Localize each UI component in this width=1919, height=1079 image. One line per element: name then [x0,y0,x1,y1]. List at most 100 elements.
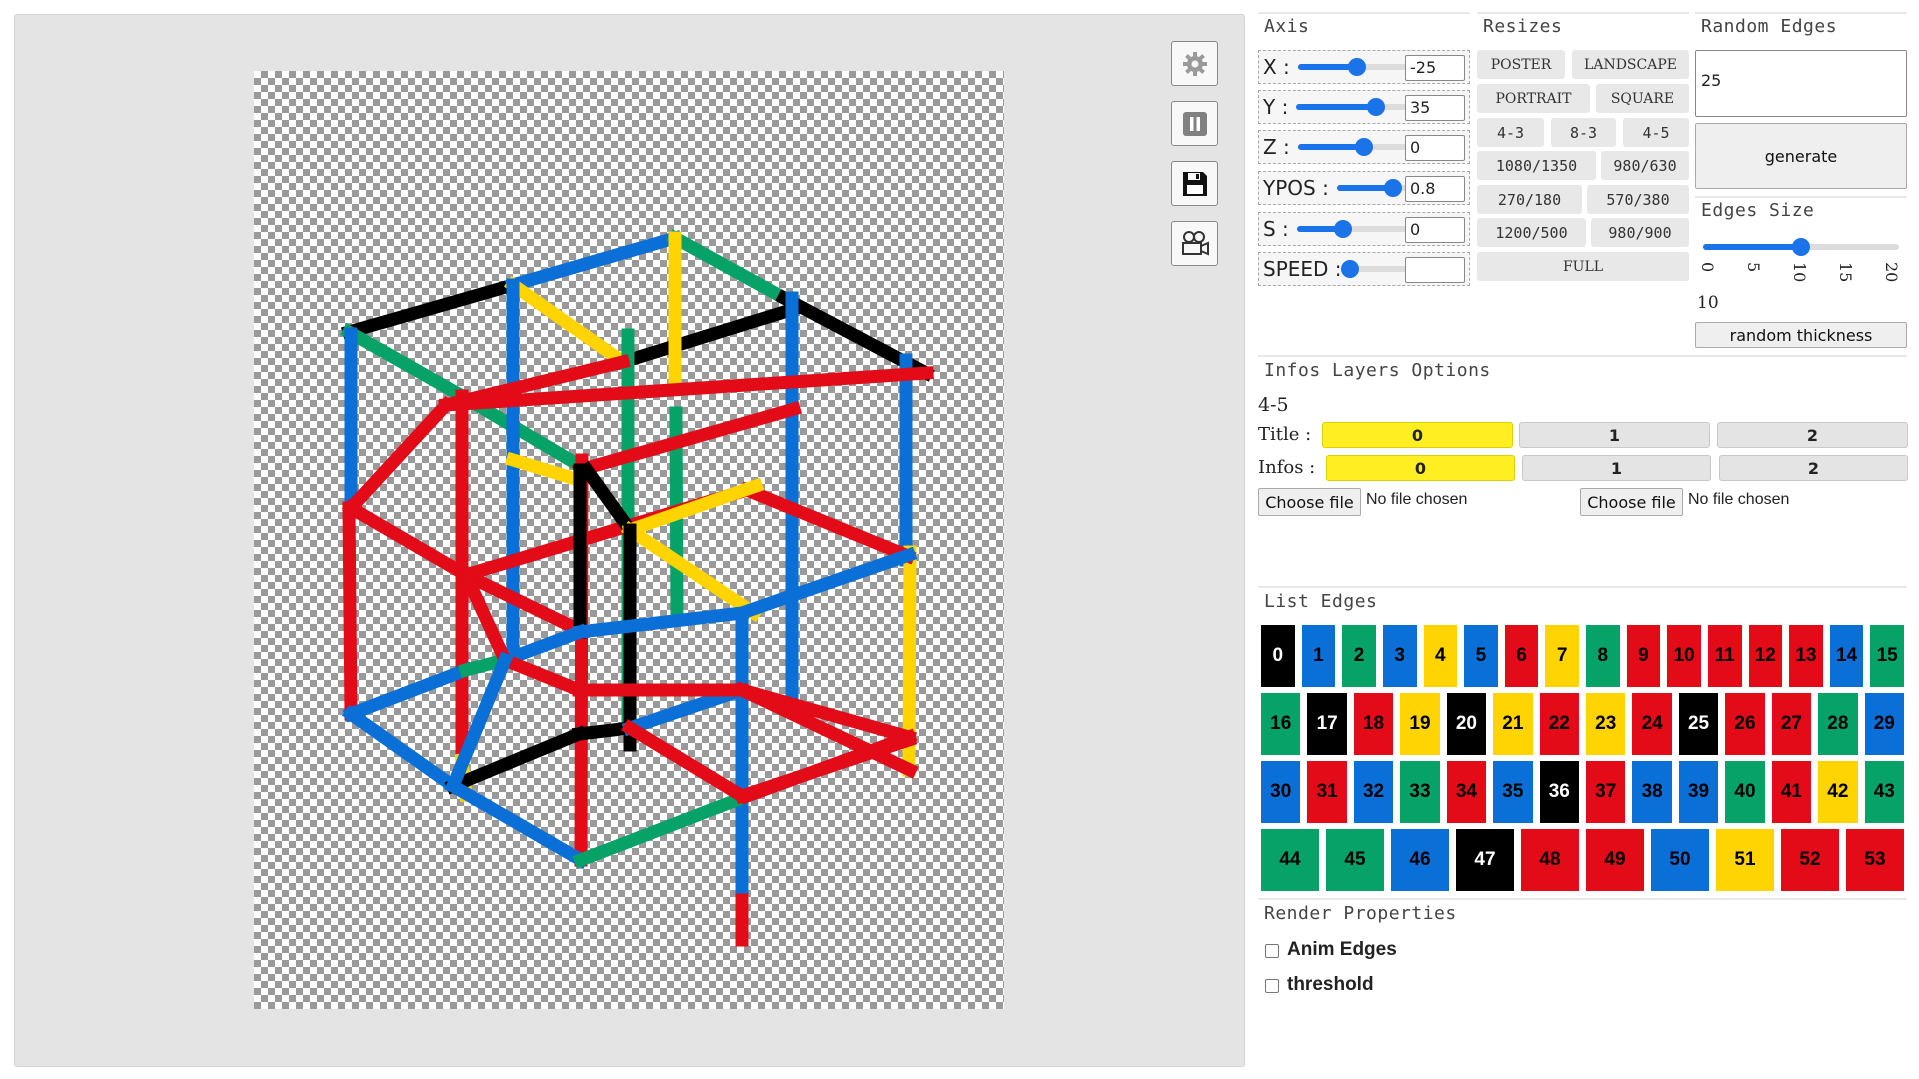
axis-value-input[interactable]: 35 [1405,95,1465,121]
resize-button-4-3[interactable]: 4-3 [1477,118,1544,147]
edge-tile[interactable]: 1 [1301,625,1336,687]
edge-tile[interactable]: 40 [1725,761,1765,823]
settings-button[interactable] [1171,41,1218,86]
edge-tile[interactable]: 10 [1667,625,1701,687]
edge-tile[interactable]: 44 [1261,829,1319,891]
edge-tile[interactable]: 33 [1400,761,1440,823]
edge-tile[interactable]: 52 [1781,829,1839,891]
resize-button-270-180[interactable]: 270/180 [1477,185,1582,214]
axis-slider-knob[interactable] [1348,58,1367,76]
threshold-checkbox[interactable] [1265,979,1279,993]
resize-button-landscape[interactable]: LANDSCAPE [1572,50,1689,79]
edge-tile[interactable]: 49 [1586,829,1644,891]
edge-tile[interactable]: 47 [1456,829,1514,891]
edges-size-slider-knob[interactable] [1792,238,1810,256]
title-layer-button-1[interactable]: 1 [1519,422,1710,448]
edge-tile[interactable]: 17 [1307,693,1347,755]
edge-tile[interactable]: 11 [1707,625,1742,687]
edge-tile[interactable]: 21 [1493,693,1533,755]
resize-button-portrait[interactable]: PORTRAIT [1477,84,1590,113]
edge-tile[interactable]: 24 [1632,693,1672,755]
edge-tile[interactable]: 15 [1870,625,1904,687]
axis-value-input[interactable]: -25 [1405,55,1465,81]
title-layer-button-2[interactable]: 2 [1717,422,1908,448]
edge-tile[interactable]: 5 [1464,625,1498,687]
generate-button[interactable]: generate [1695,123,1907,189]
edge-tile[interactable]: 43 [1864,761,1904,823]
edge-tile[interactable]: 29 [1864,693,1904,755]
axis-value-input[interactable]: 0 [1405,217,1465,243]
axis-value-input[interactable]: 0.8 [1405,176,1465,202]
edge-tile[interactable]: 14 [1829,625,1864,687]
resize-button-square[interactable]: SQUARE [1596,84,1689,113]
axis-value-input[interactable]: 0 [1405,135,1465,161]
resize-button-1200-500[interactable]: 1200/500 [1477,218,1586,247]
edge-tile[interactable]: 18 [1353,693,1394,755]
edge-tile[interactable]: 39 [1678,761,1719,823]
edge-tile[interactable]: 7 [1545,625,1579,687]
anim-edges-checkbox[interactable] [1265,944,1279,958]
resize-button-8-3[interactable]: 8-3 [1551,118,1616,147]
edge-tile[interactable]: 45 [1326,829,1384,891]
axis-slider-knob[interactable] [1384,179,1403,197]
edge-tile[interactable]: 41 [1771,761,1812,823]
choose-file-button-2[interactable]: Choose file [1580,488,1683,516]
axis-slider-knob[interactable] [1333,220,1352,238]
resize-button-980-900[interactable]: 980/900 [1591,218,1689,247]
resize-button-1080-1350[interactable]: 1080/1350 [1477,151,1596,180]
edge-tile[interactable]: 51 [1716,829,1774,891]
edge-tile[interactable]: 4 [1423,625,1458,687]
edge-tile[interactable]: 9 [1626,625,1661,687]
edge-tile[interactable]: 26 [1725,693,1765,755]
edge-tile[interactable]: 12 [1748,625,1783,687]
resize-button-980-630[interactable]: 980/630 [1601,151,1689,180]
pause-button[interactable] [1171,101,1218,146]
edge-tile[interactable]: 38 [1632,761,1672,823]
axis-slider-knob[interactable] [1340,260,1359,278]
edge-tile[interactable]: 31 [1307,761,1347,823]
edge-tile[interactable]: 3 [1382,625,1417,687]
edge-tile[interactable]: 2 [1342,625,1376,687]
infos-layer-button-0[interactable]: 0 [1326,455,1515,481]
edge-tile[interactable]: 25 [1678,693,1719,755]
choose-file-button-1[interactable]: Choose file [1258,488,1361,516]
edge-tile[interactable]: 34 [1446,761,1487,823]
edge-tile[interactable]: 36 [1539,761,1579,823]
resize-button-570-380[interactable]: 570/380 [1587,185,1689,214]
edge-tile[interactable]: 19 [1400,693,1440,755]
edge-tile[interactable]: 27 [1771,693,1812,755]
random-thickness-button[interactable]: random thickness [1695,322,1907,348]
edge-tile[interactable]: 46 [1391,829,1449,891]
resize-button-4-5[interactable]: 4-5 [1623,118,1689,147]
edge-tile[interactable]: 6 [1504,625,1539,687]
save-button[interactable] [1171,161,1218,206]
infos-layer-button-2[interactable]: 2 [1719,455,1908,481]
record-button[interactable] [1171,221,1218,266]
axis-slider-knob[interactable] [1354,138,1373,156]
title-layer-button-0[interactable]: 0 [1322,422,1513,448]
edge-tile[interactable]: 13 [1789,625,1823,687]
edge-tile[interactable]: 32 [1353,761,1394,823]
edge-tile[interactable]: 35 [1493,761,1533,823]
edges-size-slider[interactable] [1703,238,1899,256]
edge-tile[interactable]: 30 [1261,761,1301,823]
edge-tile[interactable]: 8 [1586,625,1620,687]
resize-button-full[interactable]: FULL [1477,252,1689,281]
edge-tile[interactable]: 20 [1446,693,1487,755]
edge-tile[interactable]: 37 [1586,761,1626,823]
axis-value-input[interactable] [1405,257,1465,283]
edge-tile[interactable]: 22 [1539,693,1579,755]
edge-tile[interactable]: 28 [1818,693,1858,755]
edge-tile[interactable]: 16 [1261,693,1301,755]
random-edges-input[interactable]: 25 [1695,50,1907,117]
edge-tile[interactable]: 53 [1846,829,1904,891]
render-canvas[interactable] [254,71,1004,1009]
axis-slider-knob[interactable] [1366,98,1385,116]
edge-tile[interactable]: 0 [1261,625,1295,687]
edge-tile[interactable]: 42 [1818,761,1858,823]
resize-button-poster[interactable]: POSTER [1477,50,1565,79]
edge-tile[interactable]: 48 [1521,829,1579,891]
edge-tile[interactable]: 23 [1586,693,1626,755]
infos-layer-button-1[interactable]: 1 [1522,455,1711,481]
edge-tile[interactable]: 50 [1651,829,1709,891]
